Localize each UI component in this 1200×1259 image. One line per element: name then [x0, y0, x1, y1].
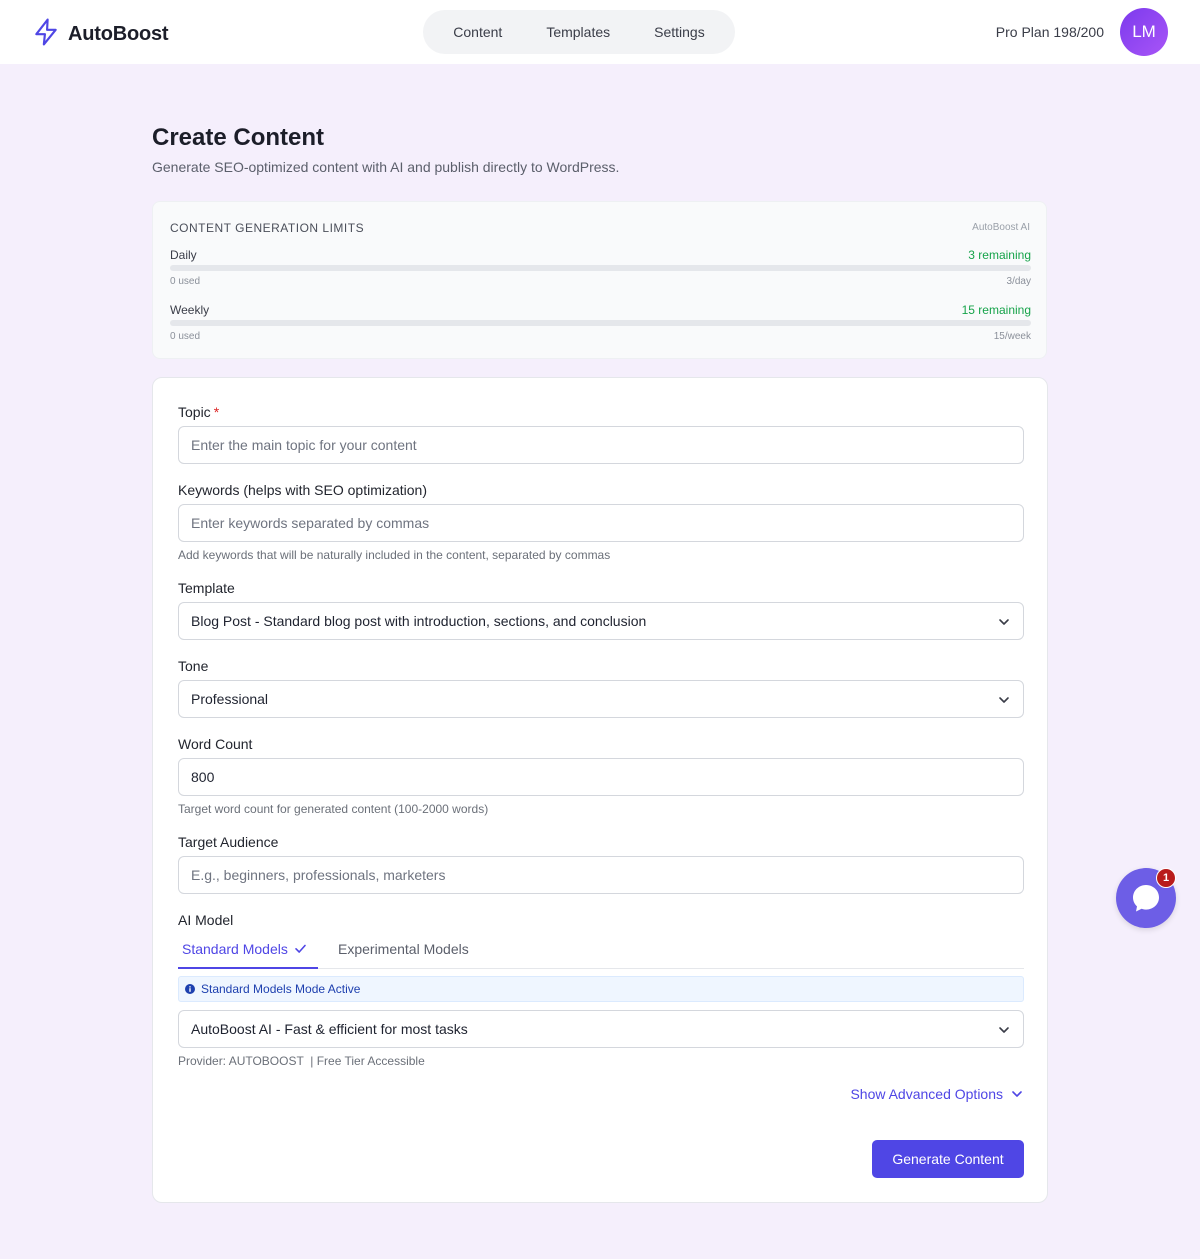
- template-selected: Blog Post - Standard blog post with intr…: [191, 613, 647, 629]
- template-select[interactable]: Blog Post - Standard blog post with intr…: [178, 602, 1024, 640]
- tab-experimental-models[interactable]: Experimental Models: [334, 934, 473, 969]
- plan-usage: Pro Plan 198/200: [995, 24, 1104, 40]
- limits-brand: AutoBoost AI: [972, 222, 1030, 233]
- topic-label: Topic *: [178, 404, 219, 420]
- daily-remaining: 3 remaining: [968, 248, 1031, 262]
- tone-label: Tone: [178, 658, 209, 674]
- content-form: Topic* Keywords (helps with SEO optimiza…: [152, 377, 1048, 1203]
- check-icon: [295, 944, 306, 953]
- advanced-options-label: Show Advanced Options: [850, 1086, 1003, 1102]
- keywords-label: Keywords (helps with SEO optimization): [178, 482, 427, 498]
- tone-selected: Professional: [191, 691, 269, 707]
- audience-input[interactable]: [178, 856, 1024, 894]
- keywords-input[interactable]: [178, 504, 1024, 542]
- daily-label: Daily: [170, 248, 197, 262]
- generation-limits-card: CONTENT GENERATION LIMITS AutoBoost AI D…: [152, 201, 1047, 359]
- word-count-help: Target word count for generated content …: [178, 802, 489, 816]
- top-header: AutoBoost Content Templates Settings Pro…: [0, 0, 1200, 64]
- nav-item-settings[interactable]: Settings: [654, 24, 705, 40]
- chevron-down-icon: [999, 1027, 1009, 1033]
- page-title: Create Content: [152, 124, 325, 151]
- main-nav: Content Templates Settings: [423, 10, 735, 54]
- daily-cap: 3/day: [1006, 276, 1031, 287]
- weekly-remaining: 15 remaining: [961, 303, 1031, 317]
- template-label: Template: [178, 580, 235, 596]
- chevron-down-icon: [999, 697, 1009, 703]
- limits-title: CONTENT GENERATION LIMITS: [170, 221, 365, 235]
- page-subtitle: Generate SEO-optimized content with AI a…: [152, 159, 620, 175]
- ai-model-selected: AutoBoost AI - Fast & efficient for most…: [191, 1021, 468, 1037]
- tab-standard-models[interactable]: Standard Models: [178, 934, 318, 969]
- ai-model-select[interactable]: AutoBoost AI - Fast & efficient for most…: [178, 1010, 1024, 1048]
- keywords-help: Add keywords that will be naturally incl…: [178, 548, 611, 562]
- model-provider: Provider: AUTOBOOST | Free Tier Accessib…: [178, 1054, 425, 1068]
- tab-standard-label: Standard Models: [182, 941, 288, 957]
- chat-bubble-icon: [1133, 885, 1159, 912]
- weekly-cap: 15/week: [993, 331, 1031, 342]
- user-avatar[interactable]: LM: [1120, 8, 1168, 56]
- chat-notification-badge: 1: [1156, 868, 1176, 888]
- weekly-progress-bar: [170, 320, 1031, 326]
- word-count-label: Word Count: [178, 736, 253, 752]
- chevron-down-icon: [1012, 1091, 1022, 1097]
- daily-progress-bar: [170, 265, 1031, 271]
- chevron-down-icon: [999, 619, 1009, 625]
- generate-content-button[interactable]: Generate Content: [872, 1140, 1024, 1178]
- tone-select[interactable]: Professional: [178, 680, 1024, 718]
- ai-model-label: AI Model: [178, 912, 234, 928]
- brand[interactable]: AutoBoost: [33, 18, 169, 51]
- weekly-label: Weekly: [170, 303, 210, 317]
- nav-item-content[interactable]: Content: [453, 24, 502, 40]
- tab-experimental-label: Experimental Models: [338, 941, 469, 957]
- brand-name: AutoBoost: [68, 23, 169, 45]
- lightning-bolt-icon: [33, 18, 59, 51]
- topic-label-text: Topic: [178, 404, 211, 420]
- weekly-used: 0 used: [170, 331, 201, 342]
- ai-model-tabs: Standard Models Experimental Models: [178, 934, 1024, 969]
- model-mode-info: Standard Models Mode Active: [178, 976, 1024, 1002]
- audience-label: Target Audience: [178, 834, 279, 850]
- required-mark: *: [213, 404, 220, 420]
- nav-item-templates[interactable]: Templates: [546, 24, 610, 40]
- word-count-input[interactable]: [178, 758, 1024, 796]
- show-advanced-options[interactable]: Show Advanced Options: [850, 1086, 1023, 1102]
- daily-used: 0 used: [170, 276, 201, 287]
- topic-input[interactable]: [178, 426, 1024, 464]
- model-mode-text: Standard Models Mode Active: [201, 982, 361, 996]
- info-icon: [185, 984, 195, 994]
